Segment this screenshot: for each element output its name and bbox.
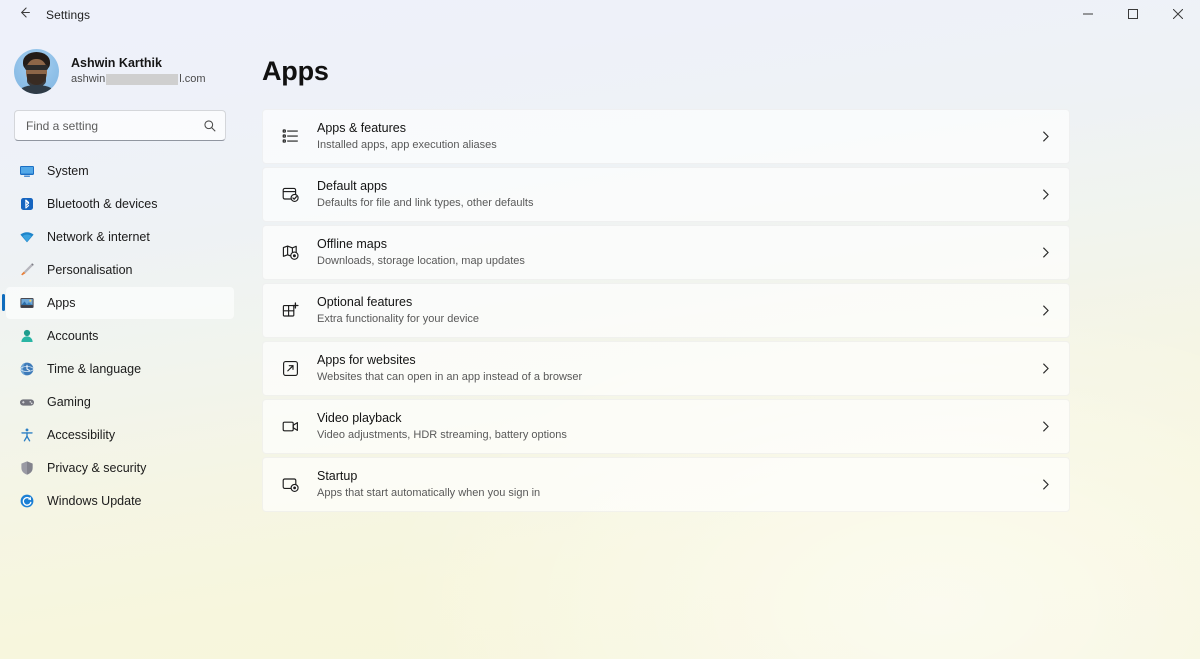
sidebar-item-accessibility[interactable]: Accessibility	[6, 419, 234, 451]
wifi-icon	[18, 229, 35, 246]
sidebar-item-label: Accessibility	[47, 428, 116, 442]
app-shell: Ashwin Karthik ashwin l.com Find a setti…	[0, 30, 1200, 659]
sidebar-item-label: Personalisation	[47, 263, 133, 277]
chevron-right-icon	[1039, 246, 1052, 259]
sidebar-item-label: Bluetooth & devices	[47, 197, 158, 211]
main-content: Apps Apps & features Installed apps, app…	[240, 30, 1200, 659]
settings-card-optional-features[interactable]: Optional features Extra functionality fo…	[262, 283, 1070, 338]
close-icon	[1172, 6, 1183, 24]
startup-icon	[279, 474, 301, 496]
sidebar-item-system[interactable]: System	[6, 155, 234, 187]
card-title: Optional features	[317, 295, 413, 310]
profile-email: ashwin l.com	[71, 73, 206, 86]
grid-plus-icon	[279, 300, 301, 322]
maximize-icon	[1127, 6, 1138, 24]
sidebar-item-windows-update[interactable]: Windows Update	[6, 485, 234, 517]
sidebar-item-time-language[interactable]: Time & language	[6, 353, 234, 385]
card-title: Default apps	[317, 179, 388, 194]
back-button[interactable]	[8, 0, 40, 30]
profile-email-prefix: ashwin	[71, 72, 106, 85]
bluetooth-icon	[18, 196, 35, 213]
sidebar-item-personalisation[interactable]: Personalisation	[6, 254, 234, 286]
settings-card-video-playback[interactable]: Video playback Video adjustments, HDR st…	[262, 399, 1070, 454]
globe-clock-icon	[18, 361, 35, 378]
chevron-right-icon	[1039, 304, 1052, 317]
search-input[interactable]	[26, 118, 203, 133]
close-button[interactable]	[1155, 0, 1200, 30]
settings-card-default-apps[interactable]: Default apps Defaults for file and link …	[262, 167, 1070, 222]
shield-icon	[18, 460, 35, 477]
apps-icon	[18, 295, 35, 312]
app-title: Settings	[46, 8, 91, 22]
page-title: Apps	[262, 56, 329, 86]
chevron-right-icon	[1039, 420, 1052, 433]
sidebar-item-label: Gaming	[47, 395, 91, 409]
sidebar-item-gaming[interactable]: Gaming	[6, 386, 234, 418]
card-title: Video playback	[317, 411, 402, 426]
accessibility-icon	[18, 427, 35, 444]
list-bullets-icon	[279, 126, 301, 148]
profile-name: Ashwin Karthik	[71, 55, 162, 70]
sidebar-item-label: Privacy & security	[47, 461, 147, 475]
sidebar-item-label: Network & internet	[47, 230, 150, 244]
title-bar: Settings	[0, 0, 1200, 30]
card-title: Apps & features	[317, 121, 406, 136]
minimize-button[interactable]	[1065, 0, 1110, 30]
video-camera-icon	[279, 416, 301, 438]
default-apps-icon	[279, 184, 301, 206]
card-subtitle: Video adjustments, HDR streaming, batter…	[317, 428, 567, 441]
chevron-right-icon	[1039, 188, 1052, 201]
chevron-right-icon	[1039, 478, 1052, 491]
gamepad-icon	[18, 394, 35, 411]
sidebar-item-label: Accounts	[47, 329, 99, 343]
back-arrow-icon	[18, 6, 31, 24]
sidebar-item-label: Apps	[47, 296, 76, 310]
settings-card-offline-maps[interactable]: Offline maps Downloads, storage location…	[262, 225, 1070, 280]
card-subtitle: Downloads, storage location, map updates	[317, 254, 525, 267]
sidebar-item-network-internet[interactable]: Network & internet	[6, 221, 234, 253]
card-title: Apps for websites	[317, 353, 416, 368]
settings-card-startup[interactable]: Startup Apps that start automatically wh…	[262, 457, 1070, 512]
settings-card-apps-for-websites[interactable]: Apps for websites Websites that can open…	[262, 341, 1070, 396]
chevron-right-icon	[1039, 362, 1052, 375]
search-container	[0, 100, 240, 141]
window-controls	[1065, 0, 1200, 30]
sidebar-item-label: Time & language	[47, 362, 142, 376]
sidebar-item-label: Windows Update	[47, 494, 142, 508]
sidebar-item-privacy-security[interactable]: Privacy & security	[6, 452, 234, 484]
paintbrush-icon	[18, 262, 35, 279]
card-subtitle: Defaults for file and link types, other …	[317, 196, 534, 209]
sidebar-item-label: System	[47, 164, 89, 178]
card-subtitle: Installed apps, app execution aliases	[317, 138, 497, 151]
avatar	[14, 48, 59, 94]
user-profile[interactable]: Ashwin Karthik ashwin l.com	[0, 38, 240, 100]
search-icon	[203, 119, 217, 133]
profile-email-suffix: l.com	[179, 72, 206, 85]
sidebar: Ashwin Karthik ashwin l.com Find a setti…	[0, 30, 240, 659]
map-pin-icon	[279, 242, 301, 264]
chevron-right-icon	[1039, 130, 1052, 143]
sidebar-nav: System Bluetooth & devices Network & int…	[0, 155, 240, 517]
sidebar-item-accounts[interactable]: Accounts	[6, 320, 234, 352]
settings-card-apps-features[interactable]: Apps & features Installed apps, app exec…	[262, 109, 1070, 164]
redacted-email-block	[106, 74, 179, 85]
person-icon	[18, 328, 35, 345]
sidebar-item-bluetooth-devices[interactable]: Bluetooth & devices	[6, 188, 234, 220]
monitor-icon	[18, 163, 35, 180]
card-subtitle: Apps that start automatically when you s…	[317, 486, 541, 499]
settings-card-list: Apps & features Installed apps, app exec…	[262, 109, 1070, 512]
card-title: Offline maps	[317, 237, 387, 252]
external-link-icon	[279, 358, 301, 380]
card-title: Startup	[317, 469, 358, 484]
search-box[interactable]	[14, 110, 226, 141]
minimize-icon	[1082, 6, 1093, 24]
sidebar-item-apps[interactable]: Apps	[2, 287, 234, 319]
maximize-button[interactable]	[1110, 0, 1155, 30]
card-subtitle: Extra functionality for your device	[317, 312, 480, 325]
card-subtitle: Websites that can open in an app instead…	[317, 370, 583, 383]
update-icon	[18, 493, 35, 510]
